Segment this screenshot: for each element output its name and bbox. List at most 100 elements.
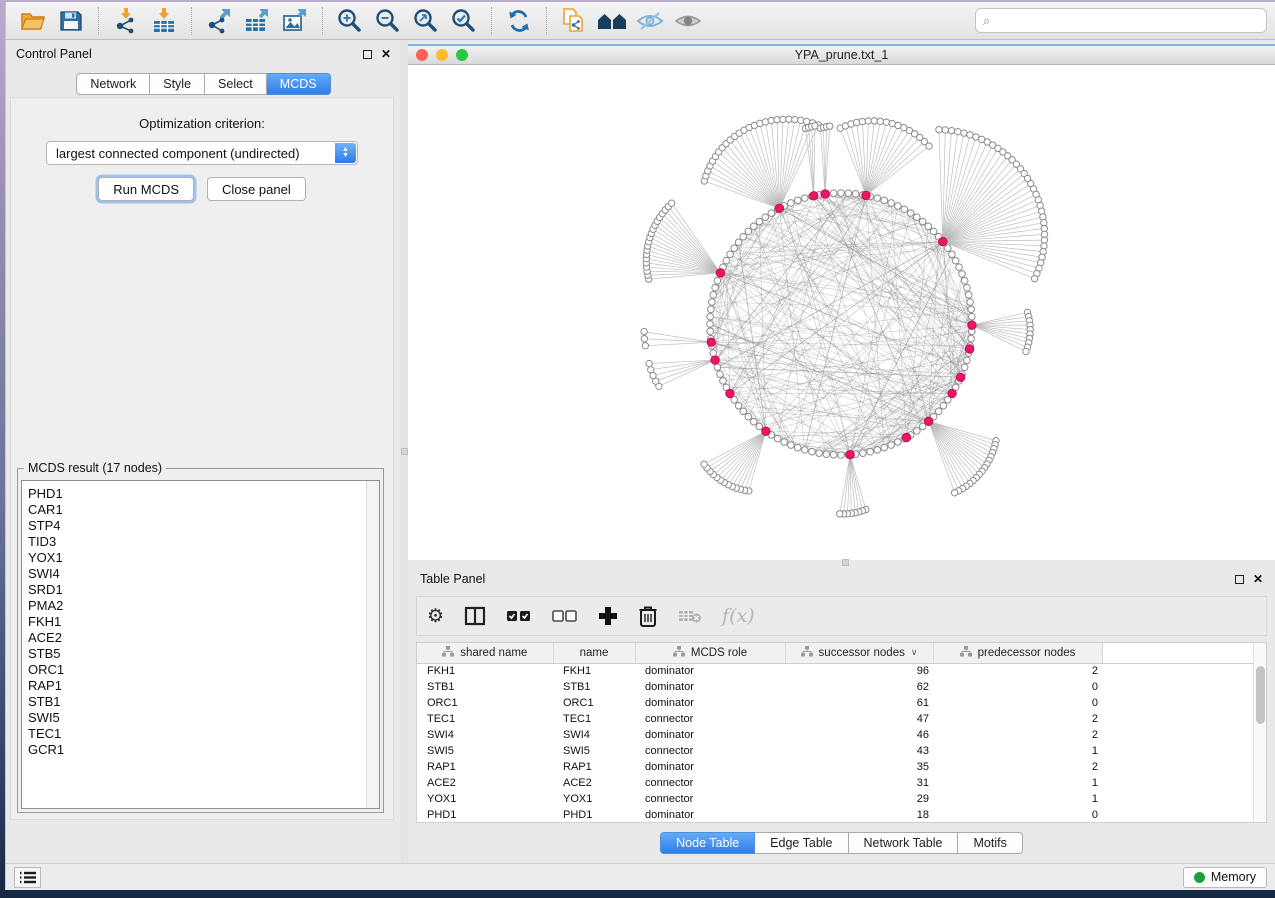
vertical-splitter[interactable]: [401, 40, 408, 863]
table-row[interactable]: FKH1FKH1dominator962: [417, 663, 1257, 679]
zoom-selected-icon[interactable]: [448, 6, 480, 36]
shared-column-icon: [801, 646, 813, 660]
mcds-result-item[interactable]: TID3: [28, 534, 379, 550]
mcds-result-item[interactable]: ACE2: [28, 630, 379, 646]
float-panel-icon[interactable]: [1235, 575, 1244, 584]
task-history-button[interactable]: [14, 867, 41, 888]
tab-select[interactable]: Select: [205, 73, 267, 95]
mcds-result-item[interactable]: SRD1: [28, 582, 379, 598]
splitter-handle[interactable]: [842, 559, 849, 566]
mcds-result-item[interactable]: PHD1: [28, 486, 379, 502]
mcds-result-item[interactable]: FKH1: [28, 614, 379, 630]
cell-name: SWI5: [553, 743, 635, 759]
column-header-MCDS-role[interactable]: MCDS role: [635, 643, 785, 663]
cell-name: ACE2: [553, 775, 635, 791]
mcds-result-item[interactable]: PMA2: [28, 598, 379, 614]
mcds-result-item[interactable]: SWI4: [28, 566, 379, 582]
cell-predecessor-nodes: 1: [933, 775, 1102, 791]
column-header-successor-nodes[interactable]: successor nodes∨: [785, 643, 933, 663]
select-all-checks-icon[interactable]: [506, 609, 532, 623]
criterion-dropdown[interactable]: largest connected component (undirected)…: [46, 141, 358, 165]
column-header-name[interactable]: name: [553, 643, 635, 663]
export-table-icon[interactable]: [241, 6, 273, 36]
memory-button[interactable]: Memory: [1183, 867, 1267, 888]
network-view-titlebar[interactable]: YPA_prune.txt_1: [408, 46, 1275, 65]
control-panel-tabs: NetworkStyleSelectMCDS: [6, 73, 401, 95]
import-network-icon[interactable]: [110, 6, 142, 36]
show-all-icon[interactable]: [672, 6, 704, 36]
close-panel-button[interactable]: Close panel: [207, 177, 306, 201]
zoom-in-icon[interactable]: [334, 6, 366, 36]
mcds-result-item[interactable]: ORC1: [28, 662, 379, 678]
refresh-view-icon[interactable]: [503, 6, 535, 36]
mcds-result-item[interactable]: CAR1: [28, 502, 379, 518]
table-panel-titlebar: Table Panel ✕: [408, 565, 1275, 589]
table-row[interactable]: STB1STB1dominator620: [417, 679, 1257, 695]
horizontal-splitter[interactable]: [408, 560, 1275, 565]
add-column-icon[interactable]: [598, 606, 618, 626]
mcds-result-item[interactable]: GCR1: [28, 742, 379, 758]
mcds-result-item[interactable]: STP4: [28, 518, 379, 534]
table-options-icon[interactable]: ⚙: [427, 607, 444, 626]
cell-successor-nodes: 29: [785, 791, 933, 807]
table-scrollbar-thumb[interactable]: [1256, 666, 1265, 724]
run-mcds-button[interactable]: Run MCDS: [98, 177, 194, 201]
close-panel-icon[interactable]: ✕: [1253, 575, 1263, 584]
zoom-out-icon[interactable]: [372, 6, 404, 36]
zoom-fit-icon[interactable]: [410, 6, 442, 36]
table-row[interactable]: ORC1ORC1dominator610: [417, 695, 1257, 711]
mcds-result-item[interactable]: STB5: [28, 646, 379, 662]
clear-all-checks-icon[interactable]: [552, 609, 578, 623]
tab-mcds[interactable]: MCDS: [267, 73, 331, 95]
table-row[interactable]: ACE2ACE2connector311: [417, 775, 1257, 791]
copy-view-icon[interactable]: [558, 6, 590, 36]
table-row[interactable]: TEC1TEC1connector472: [417, 711, 1257, 727]
mcds-list-scrollbar[interactable]: [366, 481, 379, 808]
delete-column-icon[interactable]: [638, 605, 658, 627]
hide-selected-icon[interactable]: [634, 6, 666, 36]
tab-network[interactable]: Network: [76, 73, 150, 95]
mcds-result-item[interactable]: TEC1: [28, 726, 379, 742]
mcds-result-item[interactable]: SWI5: [28, 710, 379, 726]
cell-successor-nodes: 61: [785, 695, 933, 711]
close-panel-icon[interactable]: ✕: [381, 50, 391, 59]
mcds-result-item[interactable]: YOX1: [28, 550, 379, 566]
table-row[interactable]: SWI5SWI5connector431: [417, 743, 1257, 759]
table-panel-tabs: Node TableEdge TableNetwork TableMotifs: [408, 832, 1275, 854]
table-row[interactable]: RAP1RAP1dominator352: [417, 759, 1257, 775]
column-header-shared-name[interactable]: shared name: [417, 643, 553, 663]
cell-shared-name: SWI4: [417, 727, 553, 743]
export-network-icon[interactable]: [203, 6, 235, 36]
cell-predecessor-nodes: 2: [933, 727, 1102, 743]
search-input[interactable]: [975, 8, 1267, 33]
table-row[interactable]: SWI4SWI4dominator462: [417, 727, 1257, 743]
mcds-result-item[interactable]: RAP1: [28, 678, 379, 694]
first-neighbors-icon[interactable]: [596, 6, 628, 36]
tab-style[interactable]: Style: [150, 73, 205, 95]
splitter-handle[interactable]: [401, 448, 408, 455]
network-canvas[interactable]: [408, 65, 1275, 560]
show-columns-icon[interactable]: [464, 606, 486, 626]
save-session-icon[interactable]: [55, 6, 87, 36]
tab-edge-table[interactable]: Edge Table: [755, 832, 848, 854]
export-image-icon[interactable]: [279, 6, 311, 36]
cell-predecessor-nodes: 0: [933, 695, 1102, 711]
table-row[interactable]: YOX1YOX1connector291: [417, 791, 1257, 807]
float-panel-icon[interactable]: [363, 50, 372, 59]
mcds-result-listbox[interactable]: PHD1CAR1STP4TID3YOX1SWI4SRD1PMA2FKH1ACE2…: [21, 480, 380, 809]
tab-motifs[interactable]: Motifs: [958, 832, 1022, 854]
mcds-result-item[interactable]: STB1: [28, 694, 379, 710]
cell-filler: [1102, 695, 1257, 711]
tab-node-table[interactable]: Node Table: [660, 832, 755, 854]
import-table-icon[interactable]: [148, 6, 180, 36]
cell-MCDS-role: connector: [635, 791, 785, 807]
optimization-criterion-label: Optimization criterion:: [11, 116, 393, 131]
table-header-row: shared namenameMCDS rolesuccessor nodes∨…: [417, 643, 1257, 663]
open-file-icon[interactable]: [17, 6, 49, 36]
tab-network-table[interactable]: Network Table: [849, 832, 959, 854]
table-scrollbar[interactable]: [1253, 643, 1266, 822]
status-bar: Memory: [6, 863, 1275, 890]
table-row[interactable]: PHD1PHD1dominator180: [417, 807, 1257, 823]
column-header-predecessor-nodes[interactable]: predecessor nodes: [933, 643, 1102, 663]
function-builder-icon: f(x): [722, 605, 755, 627]
